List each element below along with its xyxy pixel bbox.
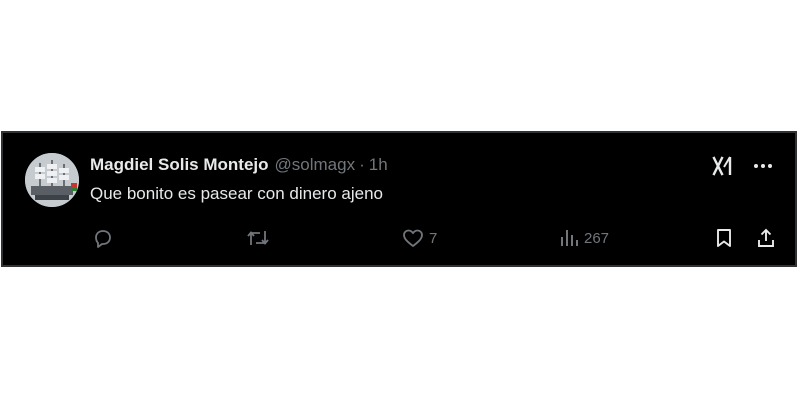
ship-avatar-icon <box>25 153 79 207</box>
grok-icon[interactable] <box>711 155 735 177</box>
timestamp[interactable]: 1h <box>369 155 388 175</box>
reply-icon <box>92 227 114 249</box>
reply-button[interactable] <box>92 225 118 251</box>
heart-icon <box>401 227 425 249</box>
views-count: 267 <box>584 229 610 247</box>
tweet-text: Que bonito es pasear con dinero ajeno <box>90 184 383 203</box>
separator-dot: · <box>359 155 365 174</box>
share-button[interactable] <box>755 225 777 251</box>
analytics-icon <box>558 227 580 249</box>
tweet-card[interactable]: Magdiel Solis Montejo @solmagx · 1h Que … <box>1 131 797 267</box>
retweet-button[interactable] <box>246 225 274 251</box>
more-icon[interactable] <box>753 163 773 169</box>
author-handle[interactable]: @solmagx <box>275 155 356 175</box>
views-button[interactable]: 267 <box>558 225 609 251</box>
share-icon <box>755 227 777 249</box>
retweet-icon <box>246 227 270 249</box>
action-bar: 7 267 <box>3 225 795 251</box>
tweet-header: Magdiel Solis Montejo @solmagx · 1h <box>90 153 388 177</box>
bookmark-button[interactable] <box>714 225 734 251</box>
bookmark-icon <box>714 227 734 249</box>
avatar[interactable] <box>25 153 79 207</box>
author-name[interactable]: Magdiel Solis Montejo <box>90 155 269 175</box>
tweet-top-actions <box>711 155 773 177</box>
like-count: 7 <box>429 229 438 247</box>
like-button[interactable]: 7 <box>401 225 437 251</box>
